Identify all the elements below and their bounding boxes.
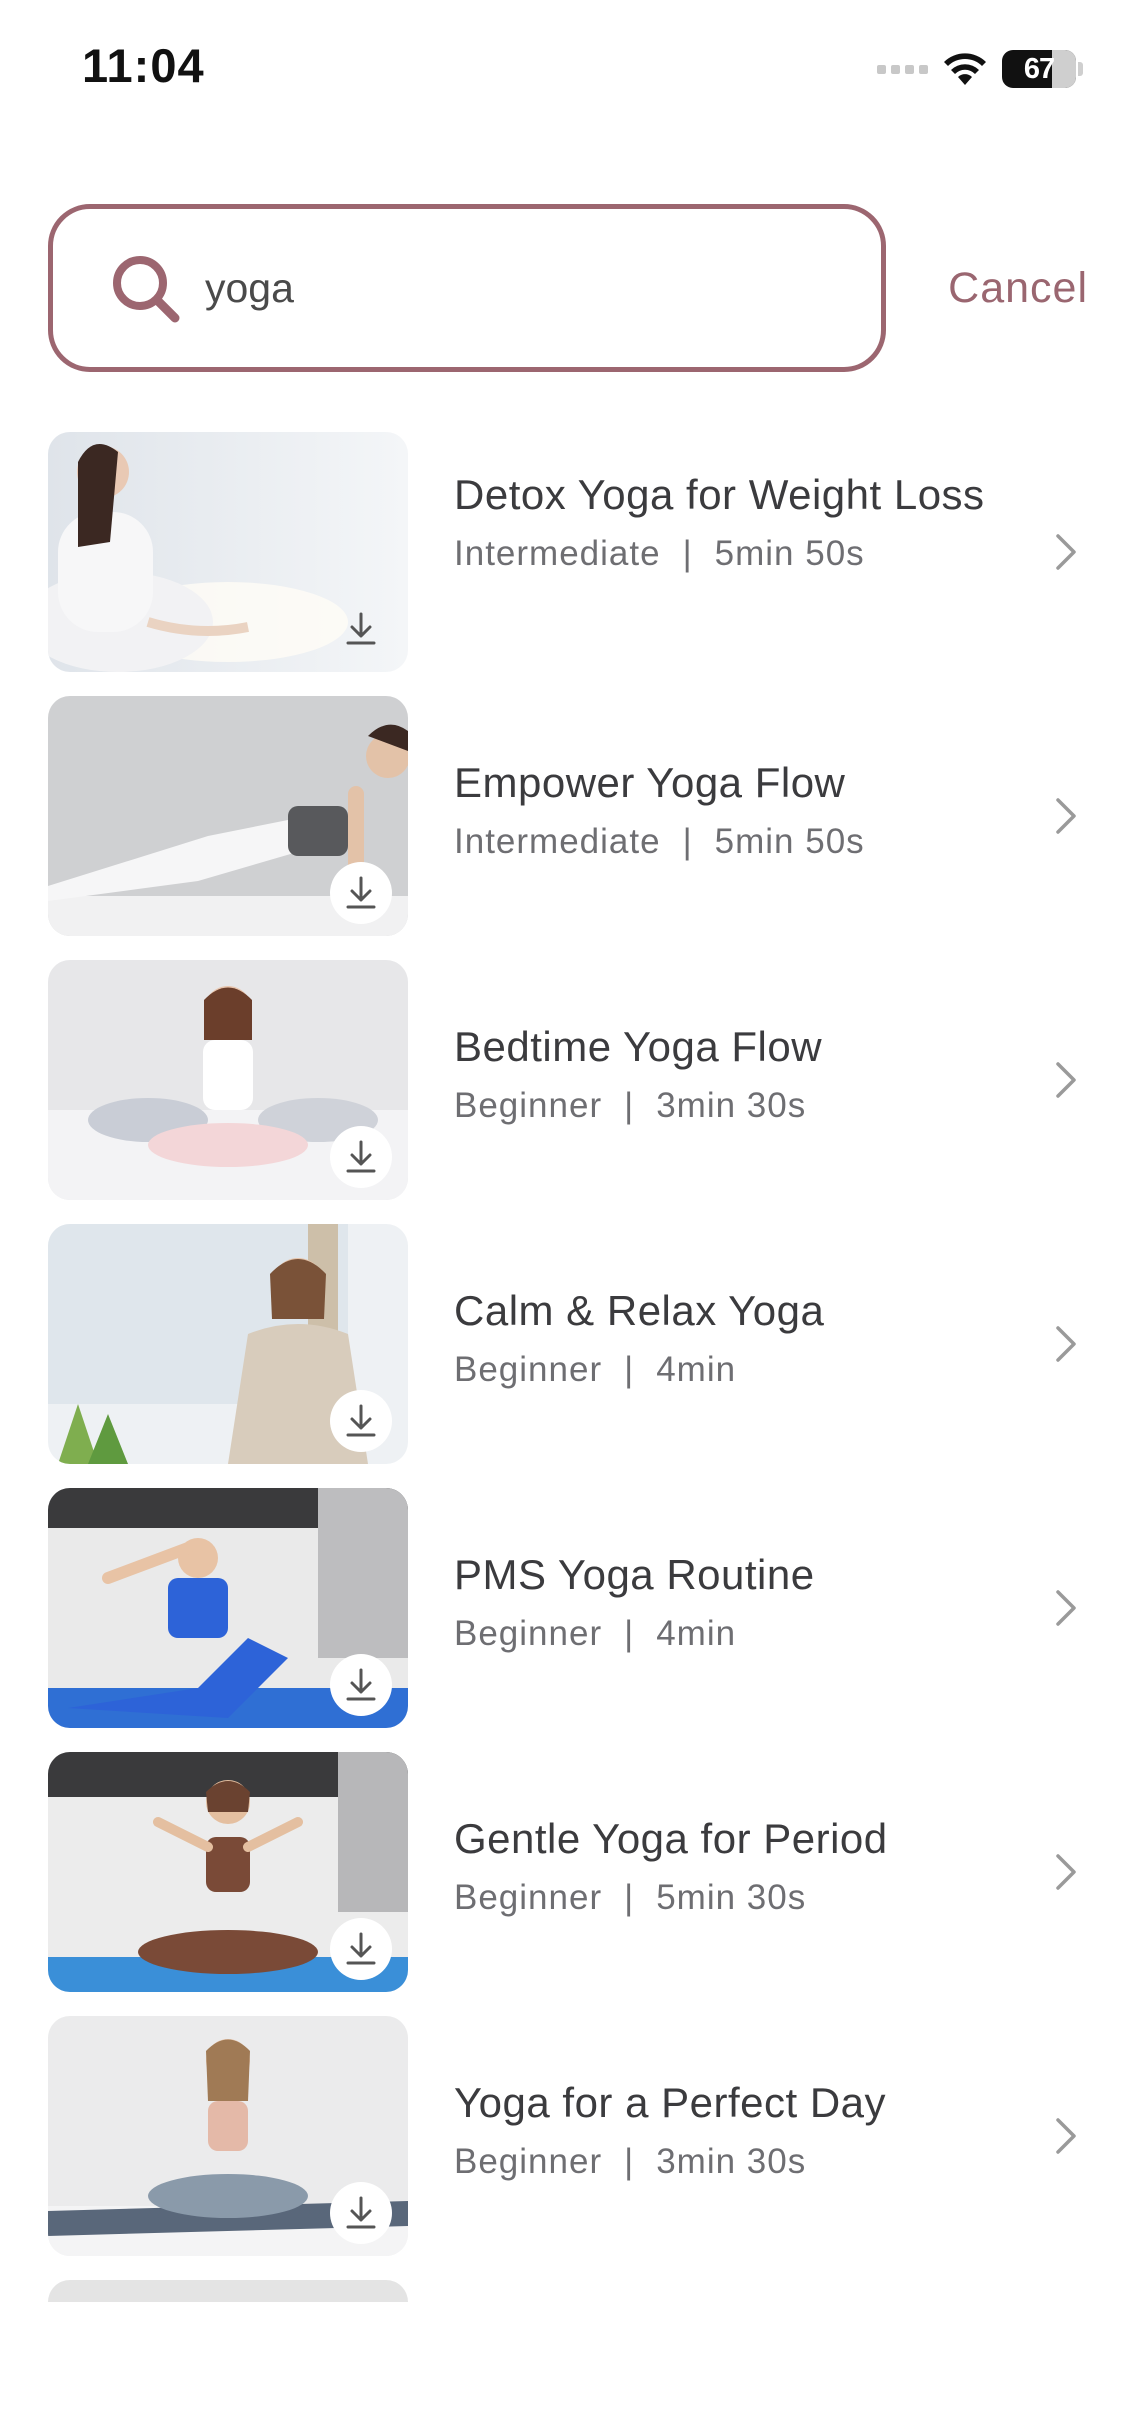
item-title: Detox Yoga for Weight Loss bbox=[454, 471, 985, 518]
meta-separator: | bbox=[624, 1350, 635, 1389]
meta-separator: | bbox=[624, 1614, 635, 1653]
download-icon bbox=[346, 1140, 376, 1173]
item-text: Yoga for a Perfect Day Beginner | 3min 30s bbox=[454, 2076, 1014, 2182]
chevron-right-icon bbox=[1056, 1062, 1076, 1098]
item-title: Bedtime Yoga Flow bbox=[454, 1023, 823, 1070]
cellular-signal-icon bbox=[877, 64, 928, 74]
download-button[interactable] bbox=[330, 862, 392, 924]
download-button[interactable] bbox=[330, 2182, 392, 2244]
download-icon bbox=[346, 1932, 376, 1965]
item-text: Empower Yoga Flow Intermediate | 5min 50s bbox=[454, 756, 1014, 862]
list-item[interactable]: Bedtime Yoga Flow Beginner | 3min 30s bbox=[48, 960, 1078, 1224]
item-meta: Beginner | 4min bbox=[454, 1350, 1014, 1390]
list-item[interactable]: Gentle Yoga for Period Beginner | 5min 30s bbox=[48, 1752, 1078, 2016]
list-item[interactable]: Yoga for a Perfect Day Beginner | 3min 30s bbox=[48, 2016, 1078, 2280]
item-text: Detox Yoga for Weight Loss Intermediate |… bbox=[454, 468, 1014, 574]
item-duration: 5min 50s bbox=[714, 534, 865, 573]
item-text: PMS Yoga Routine Beginner | 4min bbox=[454, 1548, 1014, 1654]
chevron-right-icon bbox=[1056, 1326, 1076, 1362]
item-level: Intermediate bbox=[454, 822, 661, 861]
item-level: Beginner bbox=[454, 1614, 603, 1653]
video-thumbnail bbox=[48, 432, 408, 672]
meta-separator: | bbox=[682, 534, 693, 573]
download-button[interactable] bbox=[330, 1390, 392, 1452]
search-row: Cancel bbox=[48, 204, 1088, 372]
download-icon bbox=[346, 2196, 376, 2229]
item-duration: 4min bbox=[656, 1350, 737, 1389]
cancel-button[interactable]: Cancel bbox=[948, 204, 1088, 372]
chevron-right-icon bbox=[1056, 1854, 1076, 1890]
list-item[interactable]: PMS Yoga Routine Beginner | 4min bbox=[48, 1488, 1078, 1752]
item-title: Gentle Yoga for Period bbox=[454, 1815, 888, 1862]
video-thumbnail bbox=[48, 2280, 408, 2302]
chevron-right-icon bbox=[1056, 534, 1076, 570]
item-title: Calm & Relax Yoga bbox=[454, 1287, 825, 1334]
item-meta: Intermediate | 5min 50s bbox=[454, 822, 1014, 862]
video-thumbnail bbox=[48, 1488, 408, 1728]
search-icon bbox=[113, 256, 180, 323]
battery-icon: 67 bbox=[1002, 50, 1076, 88]
item-level: Beginner bbox=[454, 1350, 603, 1389]
download-icon bbox=[346, 612, 376, 645]
item-title: Yoga for a Perfect Day bbox=[454, 2079, 887, 2126]
wifi-icon bbox=[942, 51, 988, 87]
item-text: Calm & Relax Yoga Beginner | 4min bbox=[454, 1284, 1014, 1390]
item-meta: Beginner | 3min 30s bbox=[454, 2142, 1014, 2182]
item-meta: Beginner | 3min 30s bbox=[454, 1086, 1014, 1126]
meta-separator: | bbox=[624, 1086, 635, 1125]
chevron-right-icon bbox=[1056, 1590, 1076, 1626]
search-box[interactable] bbox=[48, 204, 886, 372]
download-button[interactable] bbox=[330, 1654, 392, 1716]
battery-nub bbox=[1078, 62, 1083, 76]
status-icons: 67 bbox=[877, 48, 1083, 90]
status-time: 11:04 bbox=[82, 39, 205, 92]
item-duration: 3min 30s bbox=[656, 2142, 807, 2181]
search-input[interactable] bbox=[205, 264, 825, 312]
item-duration: 4min bbox=[656, 1614, 737, 1653]
download-icon bbox=[346, 1668, 376, 1701]
list-item[interactable]: Detox Yoga for Weight Loss Intermediate |… bbox=[48, 432, 1078, 696]
chevron-right-icon bbox=[1056, 2118, 1076, 2154]
results-list: Detox Yoga for Weight Loss Intermediate |… bbox=[48, 432, 1078, 2302]
download-button[interactable] bbox=[330, 1918, 392, 1980]
item-meta: Intermediate | 5min 50s bbox=[454, 534, 1014, 574]
download-button[interactable] bbox=[330, 1126, 392, 1188]
item-duration: 3min 30s bbox=[656, 1086, 807, 1125]
item-meta: Beginner | 4min bbox=[454, 1614, 1014, 1654]
item-title: PMS Yoga Routine bbox=[454, 1551, 815, 1598]
download-button[interactable] bbox=[330, 598, 392, 660]
item-text: Bedtime Yoga Flow Beginner | 3min 30s bbox=[454, 1020, 1014, 1126]
item-level: Beginner bbox=[454, 2142, 603, 2181]
item-duration: 5min 50s bbox=[714, 822, 865, 861]
chevron-right-icon bbox=[1056, 798, 1076, 834]
video-thumbnail bbox=[48, 1224, 408, 1464]
meta-separator: | bbox=[624, 1878, 635, 1917]
video-thumbnail bbox=[48, 2016, 408, 2256]
item-meta: Beginner | 5min 30s bbox=[454, 1878, 1014, 1918]
download-icon bbox=[346, 876, 376, 909]
video-thumbnail bbox=[48, 960, 408, 1200]
item-duration: 5min 30s bbox=[656, 1878, 807, 1917]
meta-separator: | bbox=[624, 2142, 635, 2181]
list-item[interactable]: Calm & Relax Yoga Beginner | 4min bbox=[48, 1224, 1078, 1488]
video-thumbnail bbox=[48, 1752, 408, 1992]
status-bar: 11:04 67 bbox=[0, 0, 1125, 140]
item-level: Beginner bbox=[454, 1878, 603, 1917]
meta-separator: | bbox=[682, 822, 693, 861]
item-level: Intermediate bbox=[454, 534, 661, 573]
list-item[interactable]: Empower Yoga Flow Intermediate | 5min 50s bbox=[48, 696, 1078, 960]
item-title: Empower Yoga Flow bbox=[454, 759, 846, 806]
download-icon bbox=[346, 1404, 376, 1437]
battery-level: 67 bbox=[1023, 52, 1055, 85]
video-thumbnail bbox=[48, 696, 408, 936]
item-text: Gentle Yoga for Period Beginner | 5min 30s bbox=[454, 1812, 1014, 1918]
item-level: Beginner bbox=[454, 1086, 603, 1125]
